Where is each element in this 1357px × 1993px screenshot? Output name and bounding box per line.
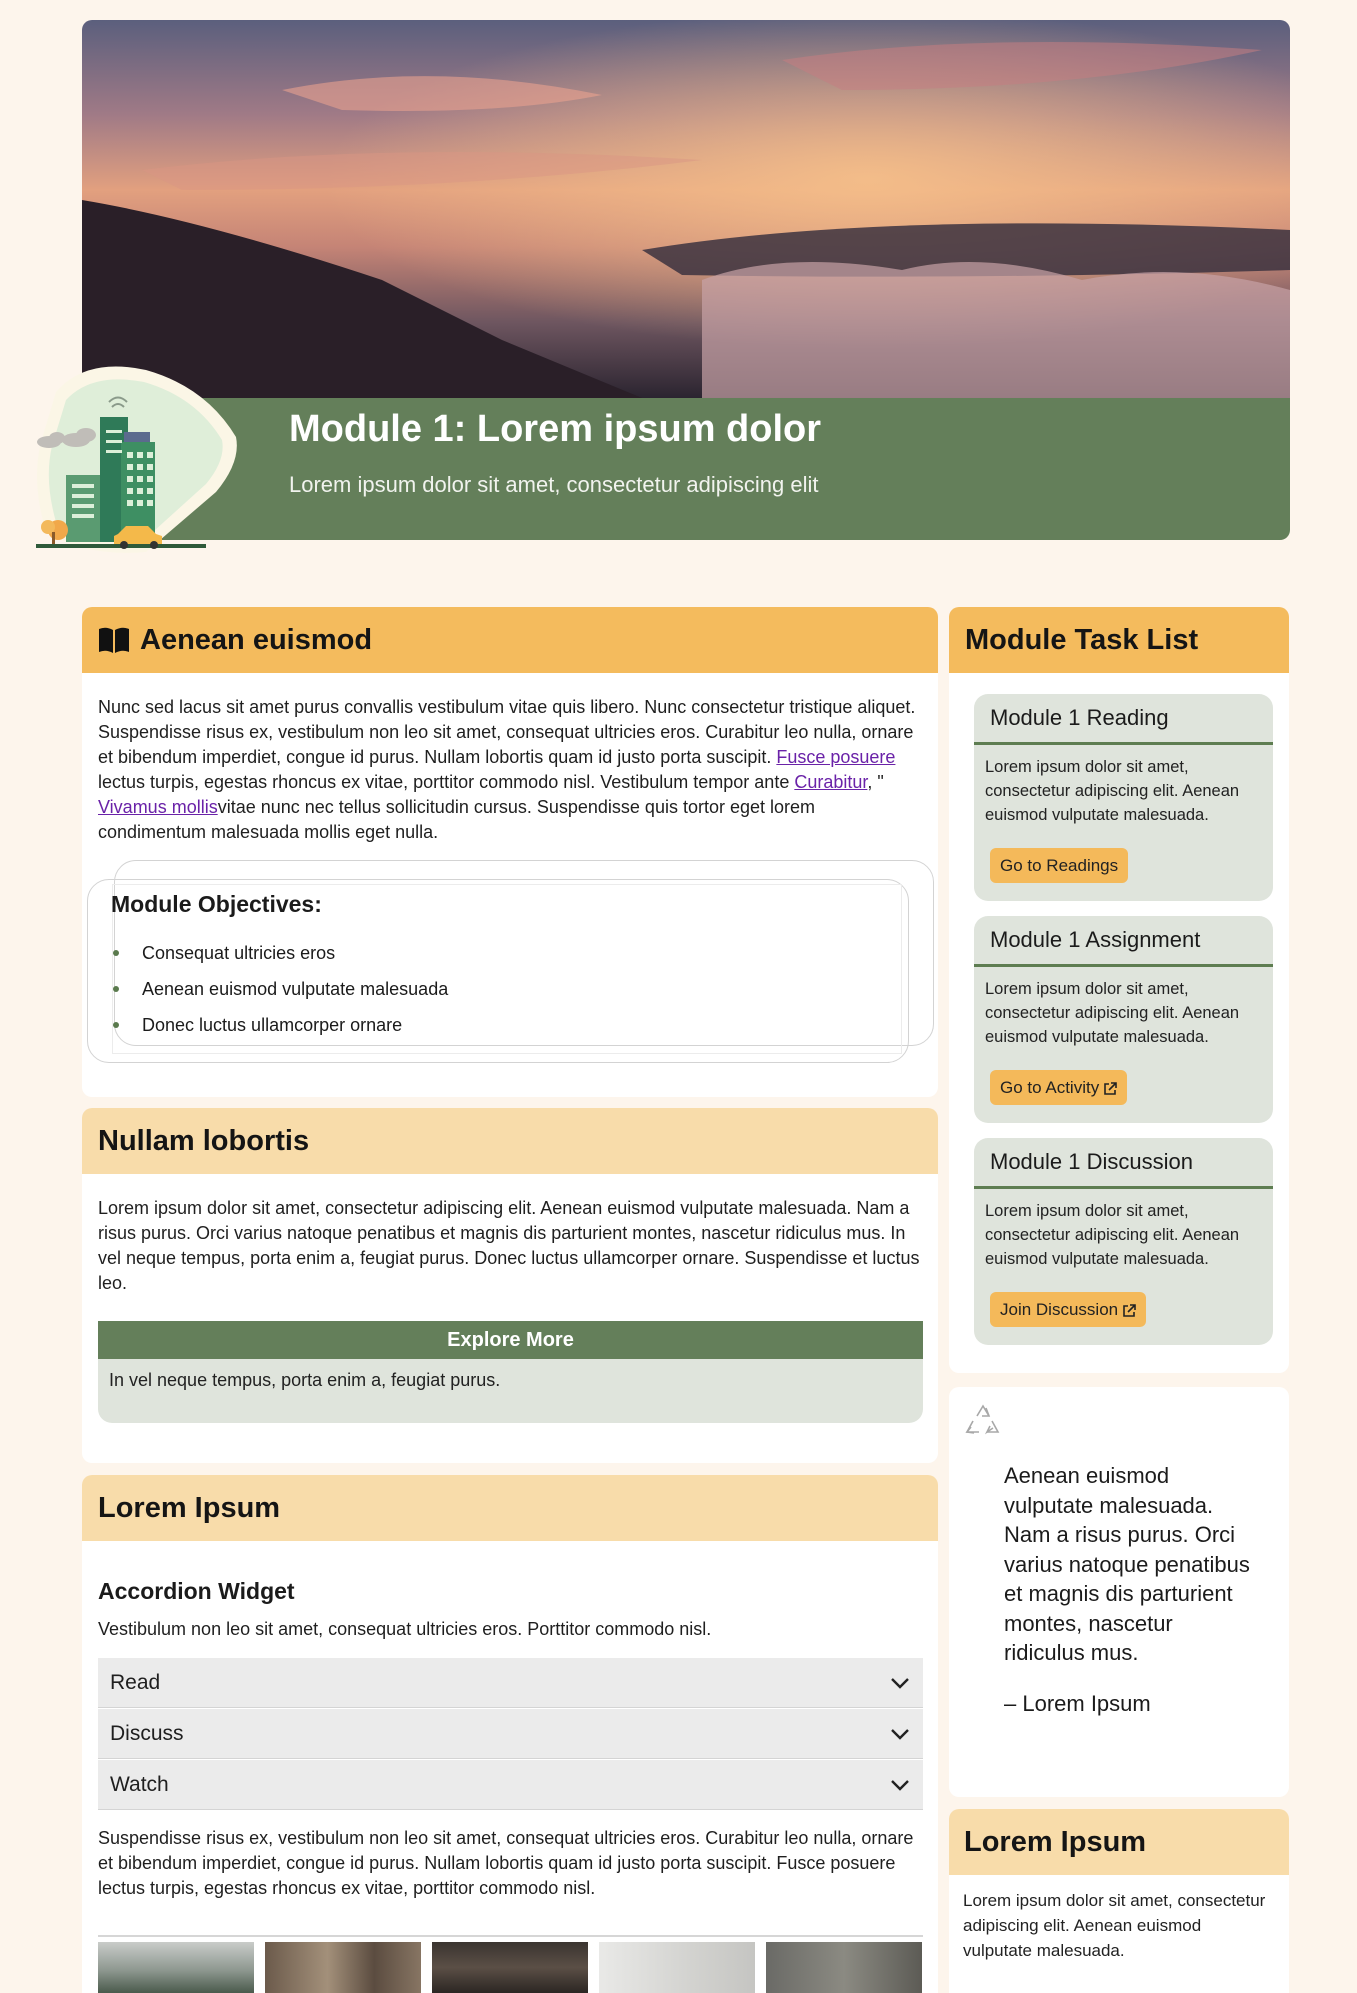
list-item: Aenean euismod vulputate malesuada bbox=[113, 977, 813, 1013]
task-reading: Module 1 Reading Lorem ipsum dolor sit a… bbox=[974, 694, 1273, 901]
aenean-euismod-card: Aenean euismod Nunc sed lacus sit amet p… bbox=[82, 607, 938, 1097]
curabitur-link[interactable]: Curabitur bbox=[794, 772, 867, 792]
go-to-activity-button[interactable]: Go to Activity bbox=[990, 1070, 1128, 1105]
card-title: Nullam lobortis bbox=[98, 1124, 310, 1157]
card-title: Aenean euismod bbox=[140, 623, 373, 656]
accordion-title: Accordion Widget bbox=[98, 1578, 295, 1604]
vivamus-mollis-link[interactable]: Vivamus mollis bbox=[98, 797, 218, 817]
card-title: Module Task List bbox=[965, 623, 1199, 656]
recycle-icon bbox=[963, 1402, 1003, 1442]
explore-more-box: Explore More In vel neque tempus, porta … bbox=[98, 1321, 923, 1423]
external-link-icon bbox=[1122, 1303, 1136, 1317]
accordion-label: Read bbox=[110, 1670, 161, 1694]
accordion-item-read[interactable]: Read bbox=[98, 1658, 923, 1708]
city-building-icon bbox=[26, 362, 242, 560]
objective-text: Consequat ultricies eros bbox=[142, 943, 336, 963]
external-link-icon bbox=[1103, 1081, 1118, 1095]
chevron-down-icon bbox=[889, 1723, 911, 1745]
join-discussion-button[interactable]: Join Discussion bbox=[990, 1292, 1147, 1327]
accordion-label: Watch bbox=[110, 1772, 169, 1796]
gallery-image[interactable] bbox=[98, 1942, 254, 1993]
nullam-lobortis-card: Nullam lobortis Lorem ipsum dolor sit am… bbox=[82, 1108, 938, 1463]
explore-more-text: In vel neque tempus, porta enim a, feugi… bbox=[109, 1370, 501, 1390]
fusce-posuere-link[interactable]: Fusce posuere bbox=[776, 747, 895, 767]
side-lorem-text: Lorem ipsum dolor sit amet, consectetur … bbox=[963, 1891, 1266, 1960]
chevron-down-icon bbox=[889, 1774, 911, 1796]
list-item: Consequat ultricies eros bbox=[113, 941, 813, 977]
hero-image bbox=[82, 20, 1290, 398]
objectives-title: Module Objectives: bbox=[111, 891, 322, 917]
task-description: Lorem ipsum dolor sit amet, consectetur … bbox=[985, 758, 1240, 824]
card-header: Nullam lobortis bbox=[82, 1108, 938, 1174]
explore-more-header: Explore More bbox=[98, 1321, 923, 1359]
gallery-image[interactable] bbox=[766, 1942, 922, 1993]
list-item: Donec luctus ullamcorper ornare bbox=[113, 1013, 813, 1049]
button-label: Go to Activity bbox=[1000, 1077, 1100, 1097]
side-lorem-card: Lorem Ipsum Lorem ipsum dolor sit amet, … bbox=[949, 1809, 1289, 1993]
objectives-box: Module Objectives: Consequat ultricies e… bbox=[111, 884, 902, 1054]
nullam-paragraph: Lorem ipsum dolor sit amet, consectetur … bbox=[98, 1198, 920, 1293]
bullet-icon bbox=[113, 986, 119, 992]
text-span: , " bbox=[867, 772, 884, 792]
objective-text: Donec luctus ullamcorper ornare bbox=[142, 1015, 403, 1035]
bullet-icon bbox=[113, 1022, 119, 1028]
divider bbox=[98, 1935, 923, 1937]
page-subtitle: Lorem ipsum dolor sit amet, consectetur … bbox=[289, 472, 819, 497]
task-title: Module 1 Assignment bbox=[974, 916, 1273, 967]
accordion-intro: Vestibulum non leo sit amet, consequat u… bbox=[98, 1619, 712, 1639]
chevron-down-icon bbox=[889, 1672, 911, 1694]
gallery-image[interactable] bbox=[432, 1942, 588, 1993]
task-title: Module 1 Discussion bbox=[974, 1138, 1273, 1189]
task-assignment: Module 1 Assignment Lorem ipsum dolor si… bbox=[974, 916, 1273, 1123]
quote-text: Aenean euismod vulputate malesuada. Nam … bbox=[1004, 1463, 1250, 1665]
card-header: Lorem Ipsum bbox=[949, 1809, 1289, 1875]
book-icon bbox=[98, 626, 130, 654]
go-to-readings-button[interactable]: Go to Readings bbox=[990, 848, 1129, 883]
task-description: Lorem ipsum dolor sit amet, consectetur … bbox=[985, 1202, 1240, 1268]
lorem-paragraph: Suspendisse risus ex, vestibulum non leo… bbox=[98, 1828, 914, 1898]
card-header: Aenean euismod bbox=[82, 607, 938, 673]
objectives-list: Consequat ultricies eros Aenean euismod … bbox=[113, 941, 813, 1049]
card-header: Lorem Ipsum bbox=[82, 1475, 938, 1541]
gallery-image[interactable] bbox=[265, 1942, 421, 1993]
button-label: Go to Readings bbox=[1000, 855, 1119, 875]
accordion-item-watch[interactable]: Watch bbox=[98, 1760, 923, 1810]
task-title: Module 1 Reading bbox=[974, 694, 1273, 745]
card-header: Module Task List bbox=[949, 607, 1289, 673]
quote-attribution: – Lorem Ipsum bbox=[1004, 1691, 1151, 1716]
bullet-icon bbox=[113, 950, 119, 956]
quote-card: Aenean euismod vulputate malesuada. Nam … bbox=[949, 1387, 1289, 1797]
card-title: Lorem Ipsum bbox=[98, 1491, 281, 1524]
intro-paragraph: Nunc sed lacus sit amet purus convallis … bbox=[98, 695, 928, 845]
accordion-label: Discuss bbox=[110, 1721, 184, 1745]
accordion-item-discuss[interactable]: Discuss bbox=[98, 1709, 923, 1759]
gallery-image[interactable] bbox=[599, 1942, 755, 1993]
task-discussion: Module 1 Discussion Lorem ipsum dolor si… bbox=[974, 1138, 1273, 1345]
task-description: Lorem ipsum dolor sit amet, consectetur … bbox=[985, 980, 1240, 1046]
card-title: Lorem Ipsum bbox=[964, 1825, 1147, 1858]
text-span: lectus turpis, egestas rhoncus ex vitae,… bbox=[98, 772, 795, 792]
button-label: Join Discussion bbox=[1000, 1299, 1119, 1319]
page-title: Module 1: Lorem ipsum dolor bbox=[289, 408, 822, 450]
objective-text: Aenean euismod vulputate malesuada bbox=[142, 979, 449, 999]
